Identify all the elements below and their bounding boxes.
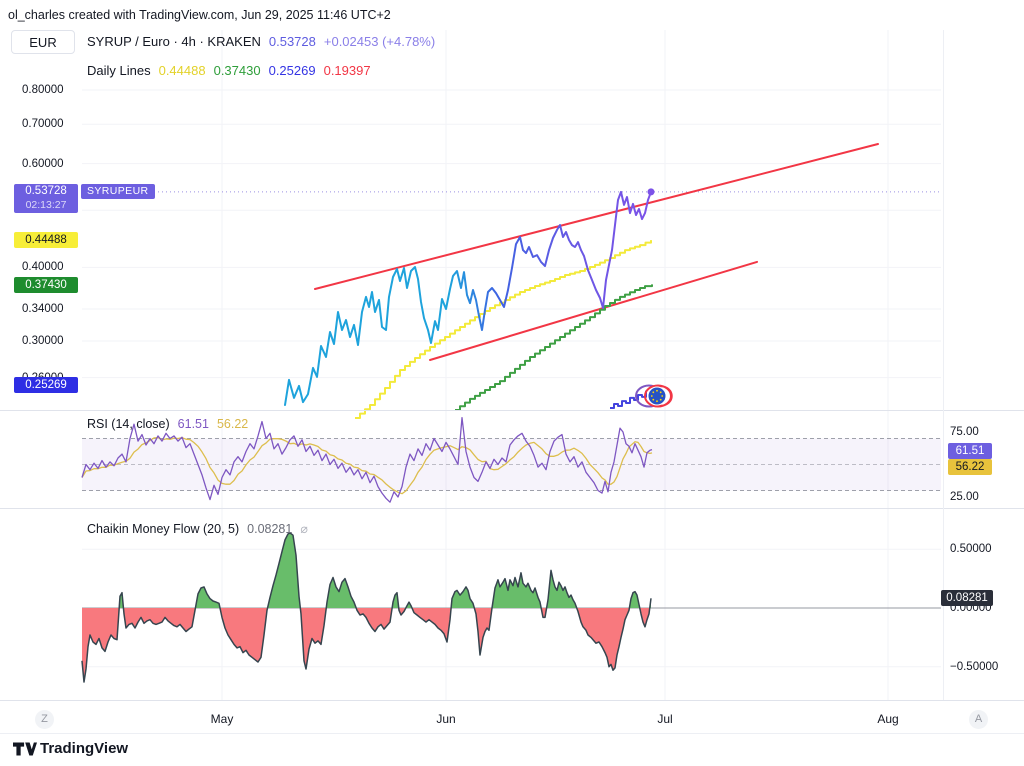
cmf-value: 0.08281 (247, 522, 292, 536)
price-tick-0.34000: 0.34000 (22, 301, 64, 317)
price-tick-0.40000: 0.40000 (22, 259, 64, 275)
tradingview-chart-snapshot: ol_charles created with TradingView.com,… (0, 0, 1024, 766)
daily-line-value-red: 0.19397 (324, 63, 371, 78)
current-price-badge-value: 0.53728 (14, 184, 78, 199)
rsi-ma-value: 56.22 (217, 417, 248, 431)
price-tick-0.70000: 0.70000 (22, 116, 64, 132)
daily-line-value-green: 0.37430 (214, 63, 261, 78)
daily-line-value-blue: 0.25269 (269, 63, 316, 78)
rsi-tick-25.00: 25.00 (950, 489, 979, 505)
attribution-text: ol_charles created with TradingView.com,… (8, 8, 391, 22)
cmf-indicator-title[interactable]: Chaikin Money Flow (20, 5) (87, 522, 239, 536)
cmf-tick-−0.50000: −0.50000 (950, 659, 998, 675)
time-tick-Aug: Aug (877, 712, 898, 726)
time-axis-right-button[interactable]: A (969, 710, 988, 729)
hidden-marker-icon: ⌀ (300, 521, 308, 536)
daily-yellow-price-badge: 0.44488 (14, 232, 78, 248)
rsi-indicator-title[interactable]: RSI (14, close) (87, 417, 170, 431)
rsi-ma-axis-badge: 56.22 (948, 459, 992, 475)
daily-line-value-yellow: 0.44488 (159, 63, 206, 78)
symbol-title[interactable]: SYRUP / Euro · 4h · KRAKEN (87, 34, 261, 49)
time-tick-May: May (211, 712, 234, 726)
price-tick-0.80000: 0.80000 (22, 82, 64, 98)
tradingview-brand-text[interactable]: TradingView (40, 740, 128, 757)
currency-unit-button[interactable]: EUR (11, 30, 75, 54)
symbol-axis-badge: SYRUPEUR (81, 184, 155, 199)
rsi-axis-badge: 61.51 (948, 443, 992, 459)
price-tick-0.30000: 0.30000 (22, 333, 64, 349)
time-tick-Jul: Jul (657, 712, 672, 726)
time-axis-left-button[interactable]: Z (35, 710, 54, 729)
symbol-legend-row: SYRUP / Euro · 4h · KRAKEN 0.53728 +0.02… (87, 34, 435, 49)
daily-lines-label[interactable]: Daily Lines (87, 63, 151, 78)
cmf-axis-badge: 0.08281 (941, 590, 993, 606)
time-tick-Jun: Jun (436, 712, 455, 726)
current-price-badge: 0.53728 02:13:27 (14, 184, 78, 213)
bar-countdown: 02:13:27 (14, 199, 78, 212)
cmf-legend-row: Chaikin Money Flow (20, 5) 0.08281 ⌀ (87, 521, 308, 536)
price-tick-0.60000: 0.60000 (22, 156, 64, 172)
rsi-tick-75.00: 75.00 (950, 424, 979, 440)
chart-canvas[interactable] (0, 0, 1024, 766)
daily-green-price-badge: 0.37430 (14, 277, 78, 293)
rsi-value: 61.51 (178, 417, 209, 431)
daily-lines-legend-row: Daily Lines 0.44488 0.37430 0.25269 0.19… (87, 63, 371, 78)
rsi-legend-row: RSI (14, close) 61.51 56.22 (87, 417, 248, 431)
cmf-tick-0.50000: 0.50000 (950, 541, 992, 557)
daily-blue-price-badge: 0.25269 (14, 377, 78, 393)
tradingview-logo-icon[interactable] (13, 741, 37, 757)
last-price-value: 0.53728 (269, 34, 316, 49)
price-change-value: +0.02453 (+4.78%) (324, 34, 435, 49)
